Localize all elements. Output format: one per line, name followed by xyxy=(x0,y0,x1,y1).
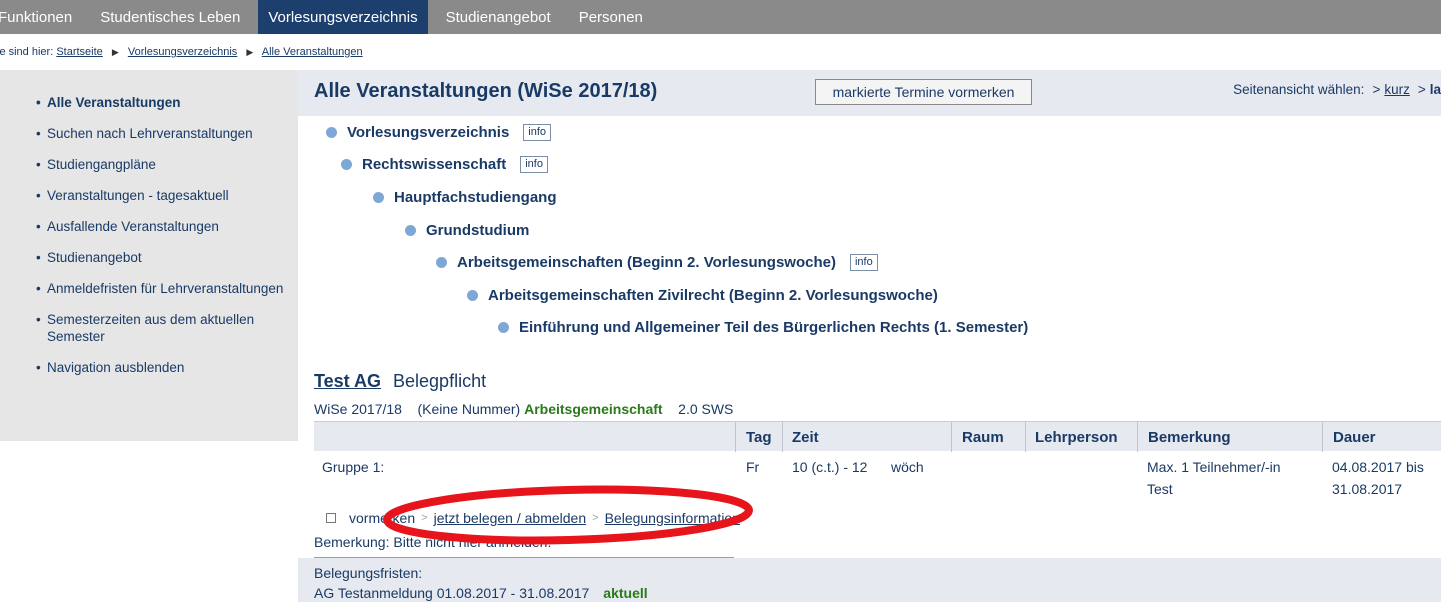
view-selector-label: Seitenansicht wählen: xyxy=(1233,82,1365,97)
bullet-icon xyxy=(467,289,478,301)
course-name-link[interactable]: Test AG xyxy=(314,371,381,391)
link-separator-icon: > xyxy=(421,512,428,524)
header-zeit: Zeit xyxy=(792,428,819,446)
column-divider xyxy=(1025,422,1026,452)
info-button[interactable]: info xyxy=(849,253,878,271)
hierarchy-label[interactable]: Hauptfachstudiengang xyxy=(394,189,557,206)
view-long-link[interactable]: la xyxy=(1430,82,1441,97)
vormerken-checkbox[interactable] xyxy=(326,513,336,523)
hierarchy-label[interactable]: Vorlesungsverzeichnis xyxy=(347,124,509,141)
hierarchy-item: Arbeitsgemeinschaften Zivilrecht (Beginn… xyxy=(467,285,938,305)
bullet-icon xyxy=(341,158,352,170)
breadcrumb-alle-veranstaltungen[interactable]: Alle Veranstaltungen xyxy=(262,46,363,58)
mark-appointments-button[interactable]: markierte Termine vormerken xyxy=(815,79,1032,105)
hierarchy-item: Rechtswissenschaft info xyxy=(341,154,548,174)
sidebar-item-studiengangplaene[interactable]: Studiengangpläne xyxy=(0,156,298,173)
registration-info-link[interactable]: Belegungsinformation xyxy=(605,510,740,526)
bullet-icon xyxy=(405,224,416,236)
course-meta: WiSe 2017/18 (Keine Nummer) Arbeitsgemei… xyxy=(314,401,733,417)
course-semester: WiSe 2017/18 xyxy=(314,401,402,417)
breadcrumb: ie sind hier: Startseite ▶ Vorlesungsver… xyxy=(0,46,363,58)
column-divider xyxy=(782,422,783,452)
cell-dauer-line2: 31.08.2017 xyxy=(1332,481,1403,497)
header-dauer: Dauer xyxy=(1333,428,1376,446)
course-remark: Bemerkung: Bitte nicht hier anmelden! xyxy=(314,534,552,550)
cell-zeit: 10 (c.t.) - 12 xyxy=(792,459,868,475)
hierarchy-label[interactable]: Arbeitsgemeinschaften (Beginn 2. Vorlesu… xyxy=(457,254,836,271)
tab-vorlesungsverzeichnis[interactable]: Vorlesungsverzeichnis xyxy=(258,0,428,34)
hierarchy-item: Vorlesungsverzeichnis info xyxy=(326,122,552,142)
cell-tag: Fr xyxy=(746,459,760,475)
info-button[interactable]: info xyxy=(520,155,548,173)
hierarchy-label[interactable]: Grundstudium xyxy=(426,222,529,239)
registration-period-text: AG Testanmeldung 01.08.2017 - 31.08.2017 xyxy=(314,585,590,601)
cell-dauer-line1: 04.08.2017 bis xyxy=(1332,459,1424,475)
sidebar-item-suchen[interactable]: Suchen nach Lehrveranstaltungen xyxy=(0,125,298,142)
tab-funktionen[interactable]: Funktionen xyxy=(0,0,82,34)
sidebar-item-alle-veranstaltungen[interactable]: Alle Veranstaltungen xyxy=(0,94,298,111)
registration-status-badge: aktuell xyxy=(603,585,648,601)
sidebar-item-tagesaktuell[interactable]: Veranstaltungen - tagesaktuell xyxy=(0,187,298,204)
tab-studienangebot[interactable]: Studienangebot xyxy=(436,0,561,34)
table-header: Tag Zeit Raum Lehrperson Bemerkung Dauer xyxy=(314,421,1441,452)
cell-gruppe: Gruppe 1: xyxy=(322,459,385,475)
course-sws: 2.0 SWS xyxy=(678,401,734,417)
sidebar-item-studienangebot[interactable]: Studienangebot xyxy=(0,249,298,266)
cell-bemerkung-line1: Max. 1 Teilnehmer/-in xyxy=(1147,459,1281,475)
link-separator-icon: > xyxy=(592,512,599,524)
page-title: Alle Veranstaltungen (WiSe 2017/18) xyxy=(314,80,658,102)
view-short-link[interactable]: kurz xyxy=(1384,82,1410,97)
sidebar: Alle Veranstaltungen Suchen nach Lehrver… xyxy=(0,70,298,441)
registration-periods-label: Belegungsfristen: xyxy=(314,565,423,581)
vormerken-label[interactable]: vormerken xyxy=(349,510,415,526)
column-divider xyxy=(1137,422,1138,452)
registration-period-entry: AG Testanmeldung 01.08.2017 - 31.08.2017… xyxy=(314,585,648,601)
breadcrumb-vorlesungsverzeichnis[interactable]: Vorlesungsverzeichnis xyxy=(128,46,237,58)
header-lehrperson: Lehrperson xyxy=(1035,428,1118,446)
hierarchy-item: Einführung und Allgemeiner Teil des Bürg… xyxy=(498,317,1028,337)
bullet-icon xyxy=(436,256,447,268)
register-link[interactable]: jetzt belegen / abmelden xyxy=(434,510,587,526)
course-type: Arbeitsgemeinschaft xyxy=(524,401,663,417)
bullet-icon xyxy=(326,126,337,138)
course-number: (Keine Nummer) xyxy=(417,401,521,417)
info-button[interactable]: info xyxy=(523,123,552,141)
cell-rhythmus: wöch xyxy=(891,459,924,475)
breadcrumb-arrow-icon: ▶ xyxy=(111,47,119,57)
hierarchy-label[interactable]: Einführung und Allgemeiner Teil des Bürg… xyxy=(519,319,1028,336)
column-divider xyxy=(1322,422,1323,452)
breadcrumb-startseite[interactable]: Startseite xyxy=(56,46,102,58)
course-requirement: Belegpflicht xyxy=(393,371,487,391)
tab-studentisches-leben[interactable]: Studentisches Leben xyxy=(90,0,250,34)
view-selector: Seitenansicht wählen: > kurz > la xyxy=(1233,82,1441,97)
sidebar-item-anmeldefristen[interactable]: Anmeldefristen für Lehrveranstaltungen xyxy=(0,280,298,297)
course-actions: vormerken > jetzt belegen / abmelden > B… xyxy=(326,510,740,526)
tab-personen[interactable]: Personen xyxy=(569,0,653,34)
header-raum: Raum xyxy=(962,428,1004,446)
hierarchy-item: Hauptfachstudiengang xyxy=(373,187,557,207)
sidebar-item-navigation-ausblenden[interactable]: Navigation ausblenden xyxy=(0,359,298,376)
hierarchy-label[interactable]: Arbeitsgemeinschaften Zivilrecht (Beginn… xyxy=(488,287,938,304)
page-header: Alle Veranstaltungen (WiSe 2017/18) mark… xyxy=(298,70,1441,116)
bullet-icon xyxy=(373,191,384,203)
course-title: Test AG Belegpflicht xyxy=(314,371,486,392)
cell-bemerkung-line2: Test xyxy=(1147,481,1173,497)
column-divider xyxy=(951,422,952,452)
column-divider xyxy=(735,422,736,452)
header-tag: Tag xyxy=(746,428,772,446)
hierarchy-label[interactable]: Rechtswissenschaft xyxy=(362,156,506,173)
breadcrumb-arrow-icon: ▶ xyxy=(246,47,254,57)
hierarchy-item: Grundstudium xyxy=(405,220,529,240)
sidebar-item-semesterzeiten[interactable]: Semesterzeiten aus dem aktuellen Semeste… xyxy=(0,311,260,345)
top-navigation: Funktionen Studentisches Leben Vorlesung… xyxy=(0,0,1441,34)
hierarchy-item: Arbeitsgemeinschaften (Beginn 2. Vorlesu… xyxy=(436,252,878,272)
breadcrumb-prefix: ie sind hier: xyxy=(0,46,54,58)
header-bemerkung: Bemerkung xyxy=(1148,428,1231,446)
sidebar-item-ausfallende[interactable]: Ausfallende Veranstaltungen xyxy=(0,218,298,235)
bullet-icon xyxy=(498,321,509,333)
